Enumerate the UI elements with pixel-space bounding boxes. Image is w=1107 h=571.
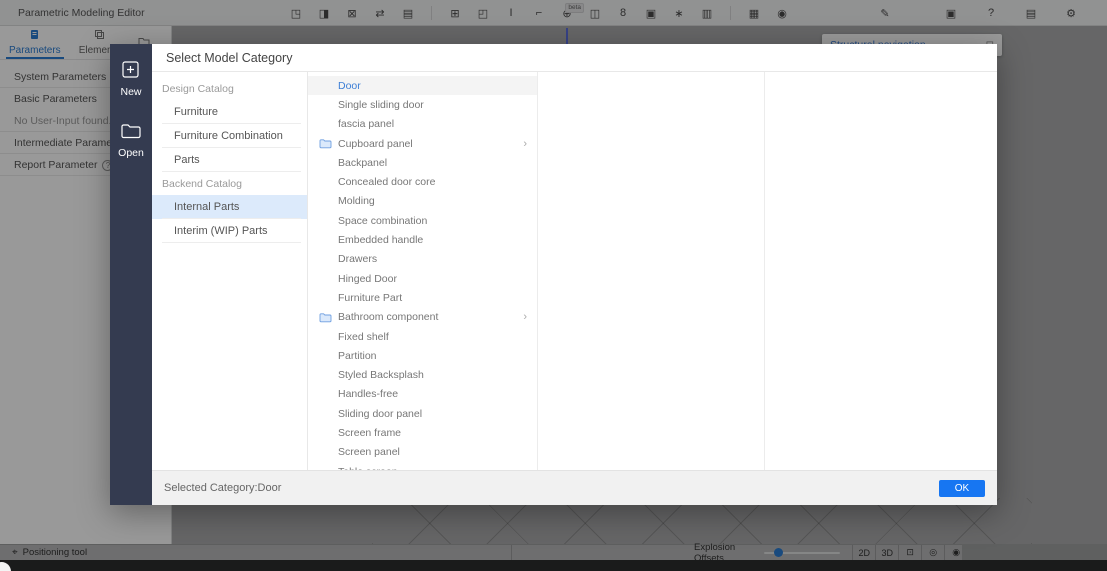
dialog-sidebar: New Open [110,44,152,505]
category-item[interactable]: Furniture Part [308,288,537,307]
category-item-label: Handles-free [338,388,399,401]
category-item-label: Door [338,79,361,92]
category-item[interactable]: Hinged Door [308,269,537,288]
category-item-label: Molding [338,195,375,208]
ok-button[interactable]: OK [939,479,985,497]
category-item-label: Partition [338,349,377,362]
category-item-label: Styled Backsplash [338,369,424,382]
category-item-label: Hinged Door [338,272,397,285]
category-item[interactable]: Drawers [308,250,537,269]
category-item[interactable]: Concealed door core [308,172,537,191]
app-window: Parametric Modeling Editor ◳ ◨ ⊠ ⇄ ▤ ⊞ ◰ I ⌐ ⊕ bet… [0,0,1107,571]
category-item-label: Screen panel [338,446,400,459]
category-item-label: Screen frame [338,426,402,439]
dialog-main: Select Model Category Design Catalog Furn… [152,44,997,505]
select-model-category-dialog: New Open Select Model Category Design Ca… [110,44,997,505]
category-item-label: Concealed door core [338,176,436,189]
category-item[interactable]: Molding [308,192,537,211]
catalog-item[interactable]: Furniture [152,100,307,124]
category-item[interactable]: Space combination [308,211,537,230]
new-button[interactable]: New [120,60,142,98]
open-folder-icon [120,122,142,140]
category-item[interactable]: Partition [308,346,537,365]
category-item[interactable]: Screen frame [308,423,537,442]
category-item-label: Fixed shelf [338,330,389,343]
category-item[interactable]: Backpanel [308,153,537,172]
open-button[interactable]: Open [118,122,144,159]
category-item-label: Bathroom component [338,311,439,324]
category-item[interactable]: Styled Backsplash [308,365,537,384]
category-item-label: Sliding door panel [338,407,423,420]
catalog-panel: Design Catalog Furniture Furniture Combina… [152,72,308,470]
category-item-label: Cupboard panel [338,137,413,150]
category-item[interactable]: Screen panel [308,443,537,462]
catalog-item[interactable]: Parts [152,148,307,172]
category-item[interactable]: Cupboard panel › [308,134,537,153]
category-item[interactable]: Embedded handle [308,230,537,249]
category-item[interactable]: Handles-free [308,385,537,404]
category-list: Door Single sliding door fascia panel Cupbo… [308,72,538,470]
category-item-label: Space combination [338,214,428,227]
catalog-item[interactable]: Furniture Combination [152,124,307,148]
new-button-label: New [120,86,142,98]
selected-category-text: Selected Category:Door [164,482,282,494]
category-item-label: Drawers [338,253,378,266]
catalog-item[interactable]: Interim (WIP) Parts [152,219,307,243]
category-item-label: Embedded handle [338,234,424,247]
catalog-item[interactable]: Internal Parts [152,195,307,219]
category-item[interactable]: Door [308,76,537,96]
category-item-label: Single sliding door [338,98,424,111]
category-item[interactable]: Sliding door panel [308,404,537,423]
catalog-section-header: Design Catalog [162,82,234,95]
catalog-section-header: Backend Catalog [162,177,242,190]
category-item[interactable]: fascia panel [308,115,537,134]
open-button-label: Open [118,147,144,159]
category-item-label: Backpanel [338,156,388,169]
folder-icon [319,312,332,323]
dialog-body: Design Catalog Furniture Furniture Combina… [152,72,997,470]
category-item[interactable]: Table screen [308,462,537,470]
detail-column [765,72,997,470]
category-item[interactable]: Fixed shelf [308,327,537,346]
chevron-right-icon: › [523,311,527,324]
dialog-footer: Selected Category:Door OK [152,470,997,505]
category-item-label: Furniture Part [338,291,403,304]
chevron-right-icon: › [523,137,527,150]
new-file-icon [120,60,141,79]
dialog-title: Select Model Category [152,44,997,72]
subcategory-column [538,72,765,470]
category-item-label: fascia panel [338,118,395,131]
category-item[interactable]: Bathroom component › [308,308,537,327]
folder-icon [319,138,332,149]
category-item[interactable]: Single sliding door [308,95,537,114]
